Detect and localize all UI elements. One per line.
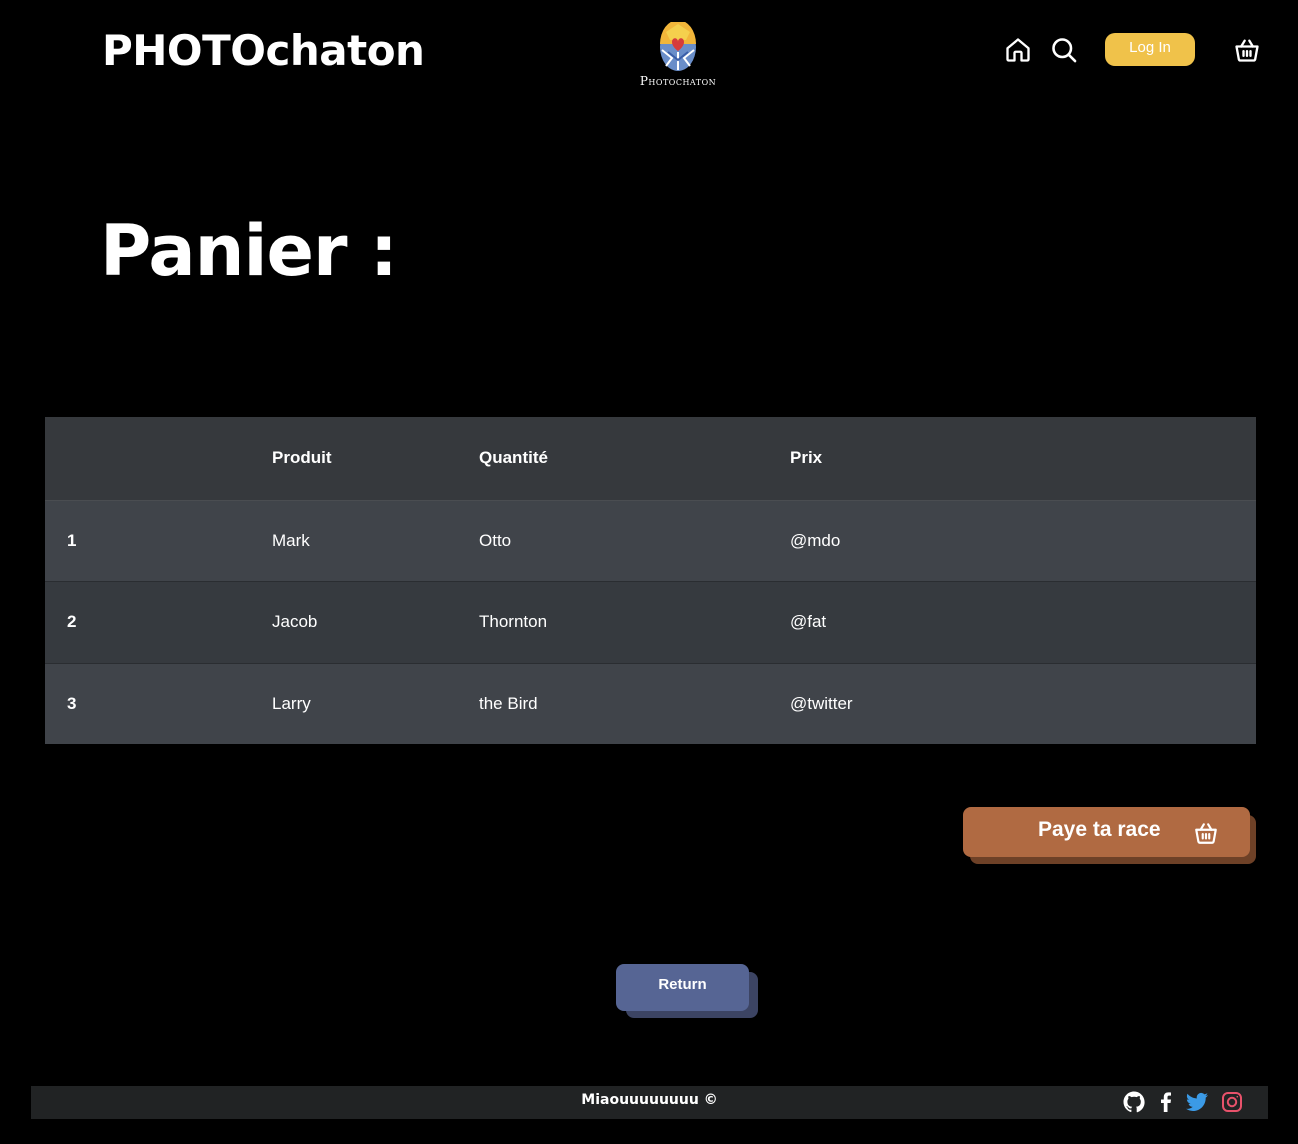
row-quantity: the Bird (479, 693, 538, 713)
twitter-icon[interactable] (1185, 1090, 1209, 1114)
basket-icon[interactable] (1233, 36, 1261, 64)
footer: Miaouuuuuuuu © (31, 1086, 1268, 1119)
brand-name[interactable]: PHOTOchaton (102, 26, 425, 75)
column-header-product: Produit (272, 448, 332, 468)
basket-icon (1193, 820, 1219, 846)
pay-button-label: Paye ta race (1038, 818, 1161, 841)
table-header-row: Produit Quantité Prix (45, 417, 1256, 500)
instagram-icon[interactable] (1220, 1090, 1244, 1114)
table-row: 3 Larry the Bird @twitter (45, 663, 1256, 744)
cart-page: PHOTOchaton Photochaton Log In Panier: … (0, 0, 1298, 1144)
row-product: Mark (272, 530, 310, 550)
table-row: 1 Mark Otto @mdo (45, 500, 1256, 582)
row-quantity: Thornton (479, 612, 548, 632)
row-product: Larry (272, 693, 311, 713)
row-index: 3 (67, 693, 77, 713)
row-price: @mdo (790, 530, 841, 550)
home-icon[interactable] (1004, 36, 1032, 64)
logo-caption: Photochaton (639, 74, 717, 88)
column-header-price: Prix (790, 448, 823, 468)
row-price: @fat (790, 612, 827, 632)
github-icon[interactable] (1122, 1090, 1146, 1114)
cart-table: Produit Quantité Prix 1 Mark Otto @mdo 2… (45, 417, 1256, 744)
login-button[interactable]: Log In (1105, 33, 1195, 66)
column-header-index (45, 417, 272, 500)
search-icon[interactable] (1050, 36, 1078, 64)
row-index: 2 (67, 612, 77, 632)
row-quantity: Otto (479, 530, 512, 550)
return-button[interactable]: Return (616, 964, 749, 1011)
row-index: 1 (67, 530, 77, 550)
page-title: Panier : (100, 210, 398, 292)
table-row: 2 Jacob Thornton @fat (45, 581, 1256, 664)
facebook-icon[interactable] (1154, 1090, 1178, 1114)
row-price: @twitter (790, 693, 853, 713)
footer-copyright: Miaouuuuuuuu © (581, 1092, 718, 1108)
column-header-quantity: Quantité (479, 448, 548, 468)
site-logo[interactable]: Photochaton (630, 22, 726, 94)
row-product: Jacob (272, 612, 318, 632)
cat-logo-icon (660, 22, 696, 71)
pay-button[interactable]: Paye ta race (963, 807, 1250, 857)
